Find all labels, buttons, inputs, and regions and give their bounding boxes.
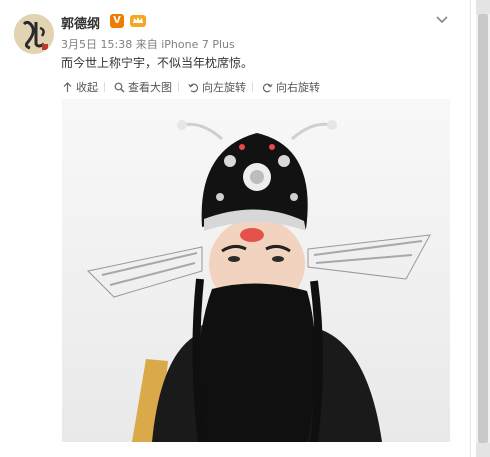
rotate-left-label: 向左旋转 (202, 81, 246, 94)
avatar-calligraphy-image (14, 14, 54, 54)
post-image[interactable] (62, 99, 450, 442)
rotate-right-icon (262, 83, 273, 92)
collapse-button[interactable]: 收起 (62, 79, 98, 95)
arrow-up-icon (63, 81, 72, 92)
collapse-label: 收起 (76, 81, 98, 94)
rotate-right-label: 向右旋转 (276, 81, 320, 94)
view-large-button[interactable]: 查看大图 (104, 79, 172, 95)
scroll-down-arrow[interactable] (476, 443, 490, 457)
rotate-left-button[interactable]: 向左旋转 (178, 79, 246, 95)
source-device[interactable]: iPhone 7 Plus (161, 38, 235, 51)
avatar[interactable] (14, 14, 54, 54)
view-large-label: 查看大图 (128, 81, 172, 94)
scrollbar-thumb[interactable] (478, 14, 488, 443)
source-prefix: 来自 (135, 38, 158, 51)
image-toolbar: 收起 查看大图 向左旋转 向右旋转 (62, 76, 450, 98)
post-date[interactable]: 3月5日 15:38 (61, 38, 132, 51)
rotate-right-button[interactable]: 向右旋转 (252, 79, 320, 95)
opera-character-photo (62, 99, 450, 442)
weibo-post-card: 郭德纲 V 3月5日 15:38 来自 iPhone 7 Plus 而今世上称宁… (0, 0, 471, 457)
post-meta: 3月5日 15:38 来自 iPhone 7 Plus (61, 36, 235, 52)
scroll-up-arrow[interactable] (476, 0, 490, 14)
post-text: 而今世上称宁宇，不似当年枕席惊。 (61, 56, 254, 70)
verified-v-icon: V (110, 14, 124, 28)
username[interactable]: 郭德纲 (61, 13, 100, 32)
crown-icon[interactable] (129, 12, 147, 28)
chevron-down-icon[interactable] (434, 12, 450, 28)
rotate-left-icon (188, 83, 199, 92)
magnifier-icon (114, 82, 125, 92)
